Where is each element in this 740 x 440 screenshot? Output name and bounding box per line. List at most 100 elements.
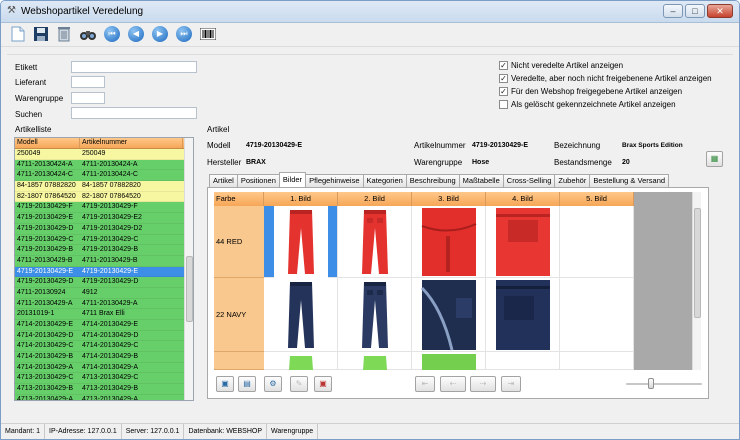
artikelliste-row[interactable]: 4719-20130429-C 4719-20130429-C: [15, 234, 193, 246]
binoculars-icon[interactable]: [79, 25, 97, 43]
artikelliste-scrollbar[interactable]: [184, 138, 193, 400]
bilder-column-farbe[interactable]: Farbe: [214, 192, 264, 206]
artikelliste-row[interactable]: 4711-20130429-A 4711-20130429-A: [15, 298, 193, 310]
artikelliste-row[interactable]: 82-1807 07864520 82-1807 07864520: [15, 191, 193, 203]
edit-image-icon[interactable]: ✎: [290, 376, 308, 392]
image-cell[interactable]: [264, 278, 338, 352]
option-checkbox-2[interactable]: ✓: [499, 87, 508, 96]
barcode-icon[interactable]: [199, 25, 217, 43]
image-cell[interactable]: [338, 278, 412, 352]
bilder-column-1[interactable]: 1. Bild: [264, 192, 338, 206]
tab-artikel[interactable]: Artikel: [209, 174, 238, 187]
suchen-input[interactable]: [71, 107, 197, 119]
artikelliste-scroll-thumb[interactable]: [186, 256, 193, 322]
artikelliste-row[interactable]: 4713-20130429-A 4713-20130429-A: [15, 394, 193, 400]
column-header-artikelnummer[interactable]: Artikelnummer: [80, 138, 183, 148]
last-record-icon[interactable]: ⏭: [175, 25, 193, 43]
image-cell[interactable]: [486, 352, 560, 370]
image-cell[interactable]: [338, 206, 412, 278]
new-document-icon[interactable]: [9, 25, 27, 43]
bilder-grid[interactable]: Farbe 1. Bild 2. Bild 3. Bild 4. Bild 5.…: [214, 192, 701, 370]
bilder-scroll-thumb[interactable]: [694, 208, 701, 318]
image-cell[interactable]: [560, 278, 634, 352]
move-right-icon[interactable]: ⇢: [470, 376, 496, 392]
tab-positionen[interactable]: Positionen: [236, 174, 280, 187]
artikelliste-row[interactable]: 20131019-1 4711 Brax Elli: [15, 309, 193, 320]
bilder-column-3[interactable]: 3. Bild: [412, 192, 486, 206]
delete-image-icon[interactable]: ▣: [314, 376, 332, 392]
add-image-icon[interactable]: ▣: [216, 376, 234, 392]
artikelliste-row[interactable]: 4719-20130429-E 4719-20130429-E2: [15, 213, 193, 224]
zoom-slider-thumb[interactable]: [648, 378, 654, 389]
image-cell[interactable]: [486, 206, 560, 278]
previous-record-icon[interactable]: ◀: [127, 25, 145, 43]
artikelliste-row[interactable]: 4719-20130429-D 4719-20130429-D: [15, 277, 193, 288]
tab-maßtabelle[interactable]: Maßtabelle: [458, 174, 504, 187]
tab-kategorien[interactable]: Kategorien: [362, 174, 407, 187]
zoom-slider-track[interactable]: [626, 383, 702, 385]
option-checkbox-3[interactable]: [499, 100, 508, 109]
maximize-button[interactable]: □: [685, 4, 705, 18]
tab-bilder[interactable]: Bilder: [278, 172, 307, 187]
bilder-row[interactable]: 44 RED: [214, 206, 634, 278]
bilder-column-5[interactable]: 5. Bild: [560, 192, 634, 206]
artikelnummer-cell: 4719-20130429-E2: [82, 214, 142, 222]
artikelliste-row[interactable]: 4719-20130429-B 4719-20130429-B: [15, 245, 193, 256]
move-left-icon[interactable]: ⇠: [440, 376, 466, 392]
warengruppe-filter-input[interactable]: [71, 92, 105, 104]
tab-beschreibung[interactable]: Beschreibung: [405, 174, 460, 187]
tab-cross-selling[interactable]: Cross-Selling: [502, 174, 556, 187]
delete-icon[interactable]: [55, 25, 73, 43]
tab-zubehör[interactable]: Zubehör: [554, 174, 591, 187]
artikelliste-row[interactable]: 250049 250049: [15, 149, 193, 160]
artikelliste-row[interactable]: 4714-20130429-A 4714-20130429-A: [15, 362, 193, 374]
export-excel-icon[interactable]: ▦: [706, 151, 723, 167]
image-cell[interactable]: [264, 352, 338, 370]
image-cell[interactable]: [264, 206, 338, 278]
artikelliste-row[interactable]: 4713-20130429-C 4713-20130429-C: [15, 373, 193, 385]
image-cell[interactable]: [560, 352, 634, 370]
bilder-row[interactable]: [214, 352, 634, 370]
image-cell[interactable]: [412, 206, 486, 278]
option-checkbox-1[interactable]: ✓: [499, 74, 508, 83]
artikelliste-row[interactable]: 4714-20130429-B 4714-20130429-B: [15, 352, 193, 363]
option-checkbox-0[interactable]: ✓: [499, 61, 508, 70]
artikelliste-row[interactable]: 4719-20130429-F 4719-20130429-F: [15, 202, 193, 214]
artikelliste-row[interactable]: 4714-20130429-E 4714-20130429-E: [15, 320, 193, 331]
artikelliste-grid[interactable]: Modell Artikelnummer 250049 250049 4711-20…: [14, 137, 194, 401]
artikelliste-row[interactable]: 84-1857 07882820 84-1857 07882820: [15, 181, 193, 192]
close-button[interactable]: ✕: [707, 4, 733, 18]
bilder-column-2[interactable]: 2. Bild: [338, 192, 412, 206]
move-first-icon[interactable]: ⇤: [415, 376, 435, 392]
save-icon[interactable]: [32, 25, 50, 43]
artikelliste-row[interactable]: 4711-20130424-A 4711-20130424-A: [15, 159, 193, 171]
bilder-row[interactable]: 22 NAVY: [214, 278, 634, 352]
bilder-scrollbar[interactable]: [692, 192, 701, 370]
image-cell[interactable]: [412, 278, 486, 352]
artikelliste-row[interactable]: 4719-20130429-D 4719-20130429-D2: [15, 223, 193, 235]
lieferant-input[interactable]: [71, 76, 105, 88]
artikelliste-row[interactable]: 4711-20130429-B 4711-20130429-B: [15, 255, 193, 267]
artikelliste-row[interactable]: 4719-20130429-E 4719-20130429-E: [15, 266, 193, 278]
column-header-modell[interactable]: Modell: [15, 138, 80, 148]
artikelliste-row[interactable]: 4711-20130424-C 4711-20130424-C: [15, 170, 193, 182]
bilder-column-4[interactable]: 4. Bild: [486, 192, 560, 206]
image-cell[interactable]: [560, 206, 634, 278]
move-last-icon[interactable]: ⇥: [501, 376, 521, 392]
image-settings-icon[interactable]: ⚙: [264, 376, 282, 392]
artikelliste-row[interactable]: 4714-20130429-D 4714-20130429-D: [15, 330, 193, 342]
modell-cell: 4711-20130424-C: [17, 171, 73, 179]
replace-image-icon[interactable]: ▤: [238, 376, 256, 392]
image-cell[interactable]: [412, 352, 486, 370]
artikelliste-row[interactable]: 4711-20130924 4912: [15, 287, 193, 299]
next-record-icon[interactable]: ▶: [151, 25, 169, 43]
image-cell[interactable]: [486, 278, 560, 352]
tab-bestellung-versand[interactable]: Bestellung & Versand: [589, 174, 670, 187]
etikett-input[interactable]: [71, 61, 197, 73]
tab-pflegehinweise[interactable]: Pflegehinweise: [305, 174, 364, 187]
first-record-icon[interactable]: ⏮: [103, 25, 121, 43]
minimize-button[interactable]: –: [663, 4, 683, 18]
artikelliste-row[interactable]: 4714-20130429-C 4714-20130429-C: [15, 341, 193, 353]
image-cell[interactable]: [338, 352, 412, 370]
artikelliste-row[interactable]: 4713-20130429-B 4713-20130429-B: [15, 384, 193, 395]
